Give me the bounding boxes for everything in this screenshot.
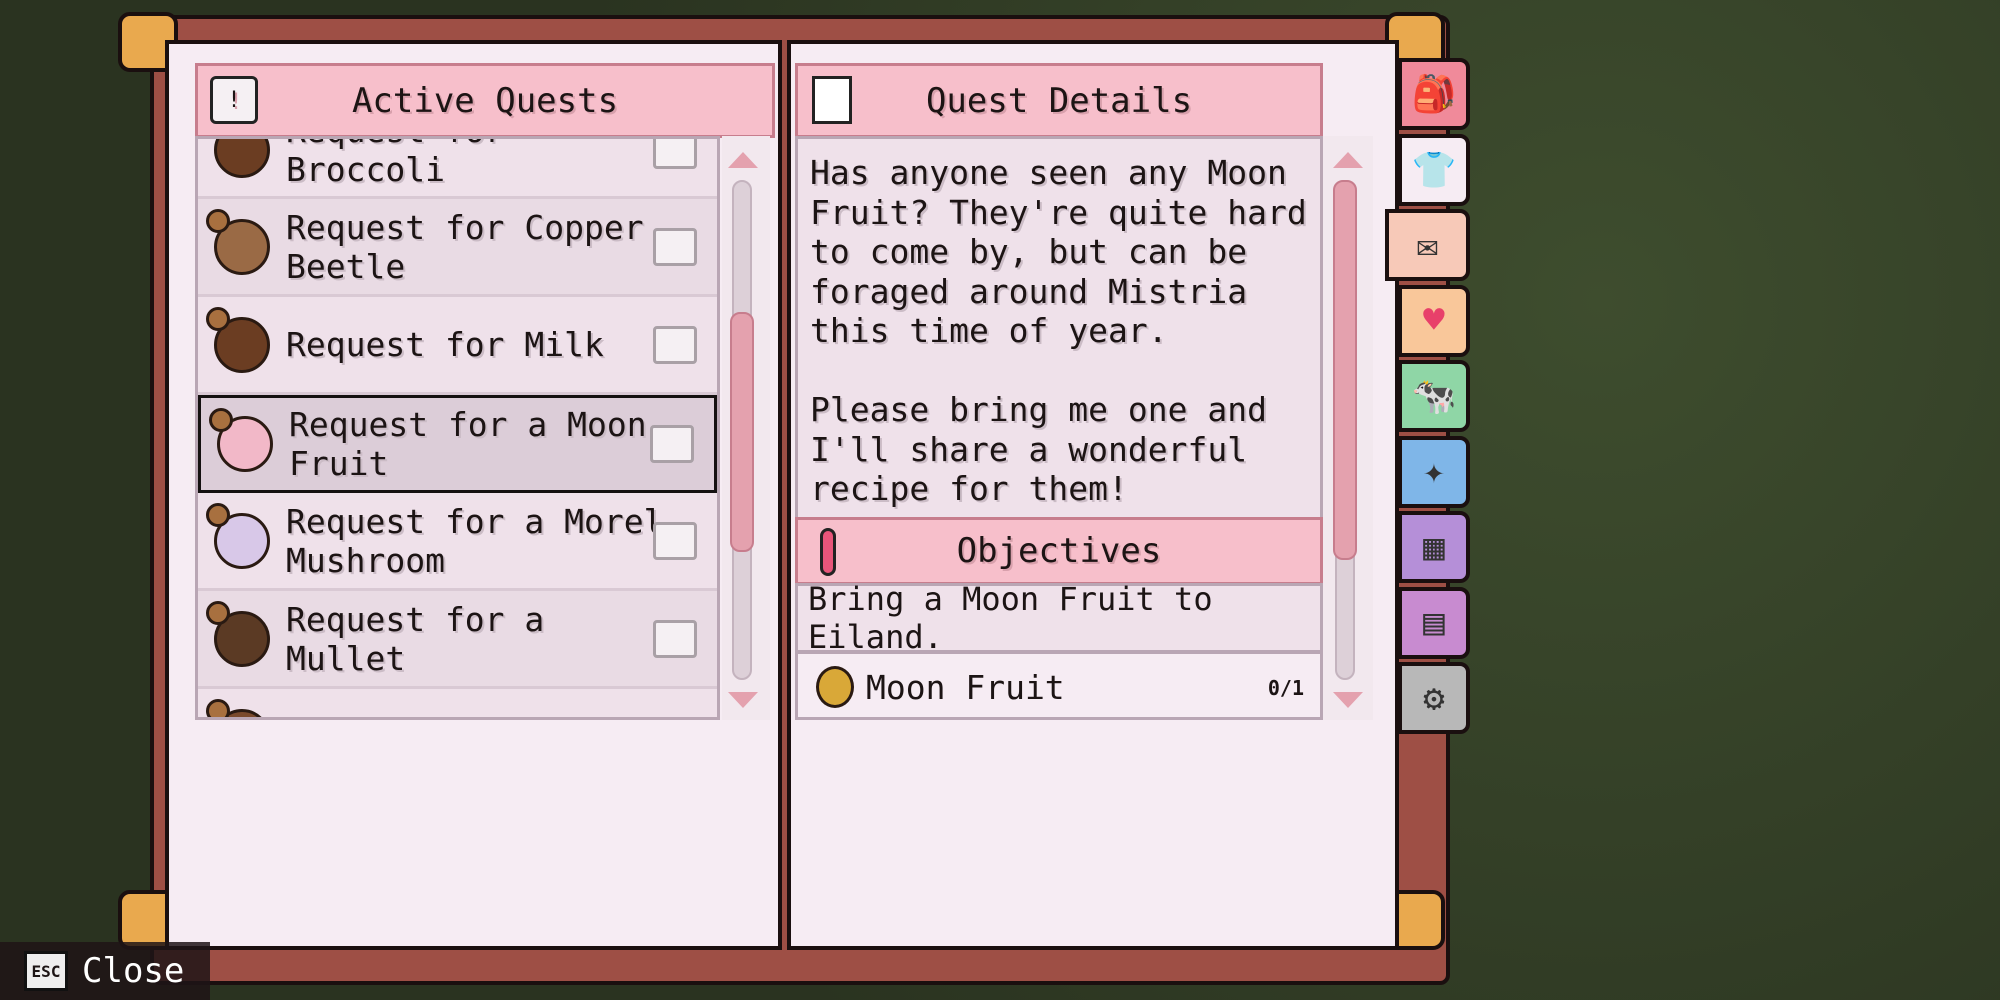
quest-title: Request for a Moon Fruit bbox=[289, 405, 647, 483]
map-icon: ▦ bbox=[1423, 526, 1445, 568]
request-bag-icon bbox=[206, 307, 230, 331]
sparkle-icon: ✦ bbox=[1423, 451, 1445, 492]
mail-icon bbox=[650, 425, 694, 463]
moon-fruit-icon bbox=[816, 666, 854, 708]
quest-list-item[interactable]: Request for a Mullet bbox=[198, 591, 717, 689]
objectives-title: Objectives bbox=[956, 531, 1162, 571]
scroll-thumb[interactable] bbox=[1333, 180, 1357, 560]
request-bag-icon bbox=[206, 503, 230, 527]
request-bag-icon bbox=[206, 136, 230, 137]
tab-shirt[interactable]: 👕 bbox=[1398, 133, 1470, 206]
backpack-icon: 🎒 bbox=[1411, 74, 1457, 115]
document-icon bbox=[812, 76, 852, 124]
villager-portrait-icon bbox=[214, 139, 270, 178]
request-bag-icon bbox=[209, 408, 233, 432]
quest-list-item[interactable]: Request for Milk bbox=[198, 297, 717, 395]
active-quests-title: Active Quests bbox=[351, 80, 619, 121]
tab-gear[interactable]: ⚙ bbox=[1398, 662, 1470, 734]
required-item-name: Moon Fruit bbox=[866, 668, 1065, 707]
required-item-count: 0/1 bbox=[1267, 676, 1304, 700]
objective-text: Bring a Moon Fruit to Eiland. bbox=[808, 580, 1213, 656]
mail-icon bbox=[653, 718, 697, 721]
scroll-up-arrow[interactable] bbox=[728, 152, 758, 168]
quest-list-scrollbar[interactable] bbox=[722, 136, 770, 720]
quest-list-item[interactable]: Request for Broccoli bbox=[198, 136, 717, 199]
quest-letter-icon: ✉ bbox=[1416, 224, 1439, 266]
tab-quest-letter[interactable]: ✉ bbox=[1385, 209, 1470, 281]
gear-icon: ⚙ bbox=[1423, 677, 1445, 719]
mail-icon bbox=[653, 227, 697, 266]
quest-title: Request for a bbox=[286, 717, 666, 720]
quest-title: Request for Milk bbox=[286, 325, 604, 364]
mail-icon bbox=[653, 139, 697, 169]
tab-map[interactable]: ▦ bbox=[1398, 511, 1470, 583]
quest-description: Has anyone seen any Moon Fruit? They're … bbox=[810, 153, 1307, 508]
quest-title: Request for Broccoli bbox=[286, 139, 505, 189]
quest-list-item[interactable]: Request for a Morel Mushroom bbox=[198, 493, 717, 591]
exclamation-icon bbox=[820, 528, 836, 576]
quest-details-header: Quest Details bbox=[795, 63, 1323, 138]
request-bag-icon bbox=[206, 209, 230, 233]
close-label: Close bbox=[82, 951, 185, 991]
mail-icon bbox=[653, 619, 697, 658]
required-item-row: Moon Fruit 0/1 bbox=[795, 651, 1323, 720]
close-hint[interactable]: ESC Close bbox=[0, 942, 210, 1000]
active-quests-header: ! Active Quests bbox=[195, 63, 775, 138]
details-scrollbar[interactable] bbox=[1323, 136, 1373, 720]
tab-cow[interactable]: 🐄 bbox=[1398, 360, 1470, 432]
quest-letter-icon: ! bbox=[210, 76, 258, 124]
heart-icon: ♥ bbox=[1423, 300, 1445, 341]
mail-icon bbox=[653, 521, 697, 560]
objectives-header: Objectives bbox=[795, 517, 1323, 585]
scroll-down-arrow[interactable] bbox=[728, 692, 758, 708]
request-bag-icon bbox=[206, 601, 230, 625]
quest-list-item[interactable]: Request for a Moon Fruit bbox=[198, 395, 717, 493]
quest-list-item[interactable]: Request for Copper Beetle bbox=[198, 199, 717, 297]
scroll-down-arrow[interactable] bbox=[1333, 692, 1363, 708]
quest-description-panel: Has anyone seen any Moon Fruit? They're … bbox=[795, 136, 1323, 520]
esc-key-icon: ESC bbox=[24, 951, 68, 991]
tab-sparkle[interactable]: ✦ bbox=[1398, 435, 1470, 508]
tab-journal[interactable]: ▤ bbox=[1398, 586, 1470, 659]
journal-icon: ▤ bbox=[1423, 602, 1445, 643]
tab-heart[interactable]: ♥ bbox=[1398, 284, 1470, 357]
quest-title: Request for a Mullet bbox=[286, 599, 545, 678]
quest-details-title: Quest Details bbox=[925, 80, 1193, 121]
request-bag-icon bbox=[206, 699, 230, 717]
scroll-up-arrow[interactable] bbox=[1333, 152, 1363, 168]
mail-icon bbox=[653, 325, 697, 364]
objective-row: Bring a Moon Fruit to Eiland. bbox=[795, 580, 1323, 656]
cow-icon: 🐄 bbox=[1411, 376, 1457, 417]
quest-title: Request for a Morel Mushroom bbox=[286, 501, 664, 580]
scroll-thumb[interactable] bbox=[730, 312, 754, 552]
quest-list-item[interactable]: Request for a bbox=[198, 689, 717, 721]
quest-list: Request for Broccoli Request for Copper B… bbox=[195, 136, 720, 720]
tab-backpack[interactable]: 🎒 bbox=[1398, 58, 1470, 130]
shirt-icon: 👕 bbox=[1411, 149, 1457, 191]
quest-title: Request for Copper Beetle bbox=[286, 207, 644, 286]
